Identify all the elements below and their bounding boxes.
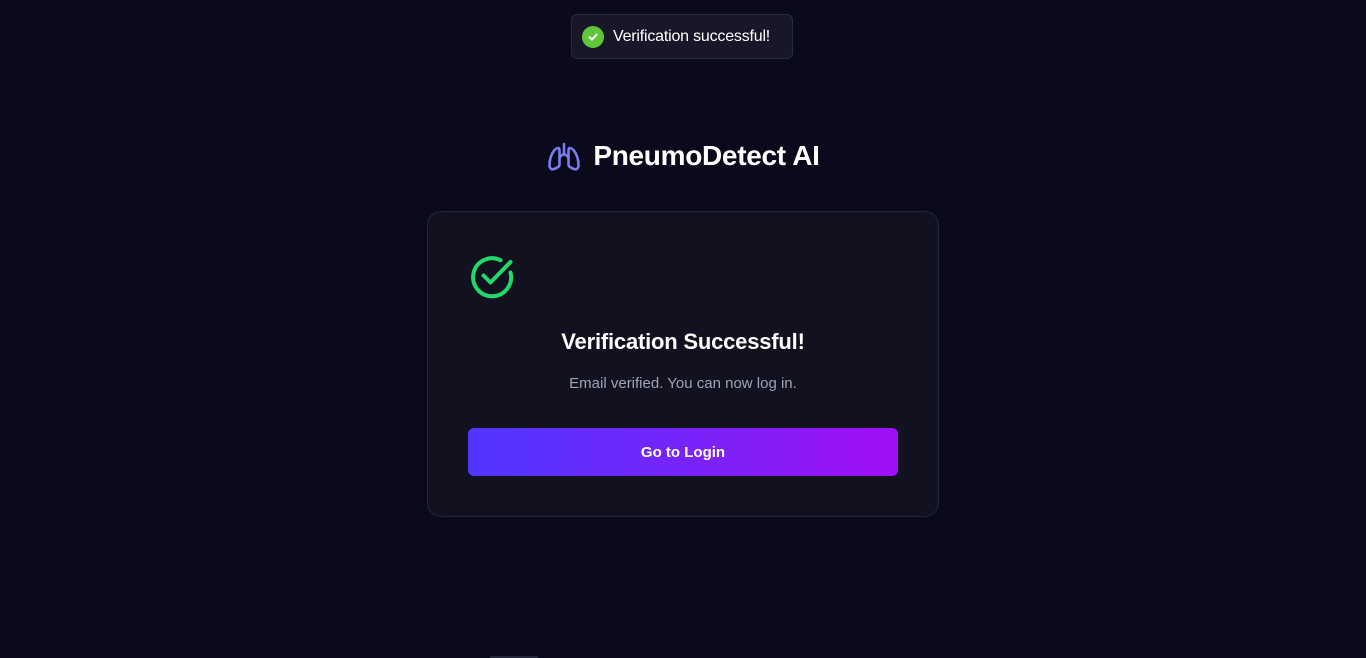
brand-title: PneumoDetect AI (593, 140, 820, 171)
check-circle-icon (582, 25, 604, 48)
toast-message: Verification successful! (613, 27, 771, 45)
card-title: Verification Successful! (561, 329, 805, 354)
brand-header: PneumoDetect AI (0, 140, 1366, 172)
lungs-icon (546, 140, 582, 172)
verification-card: Verification Successful! Email verified.… (427, 211, 939, 517)
go-to-login-button[interactable]: Go to Login (468, 428, 898, 476)
toast-notification: Verification successful! (571, 14, 793, 59)
check-circle-icon (469, 253, 517, 301)
card-message: Email verified. You can now log in. (569, 375, 797, 392)
